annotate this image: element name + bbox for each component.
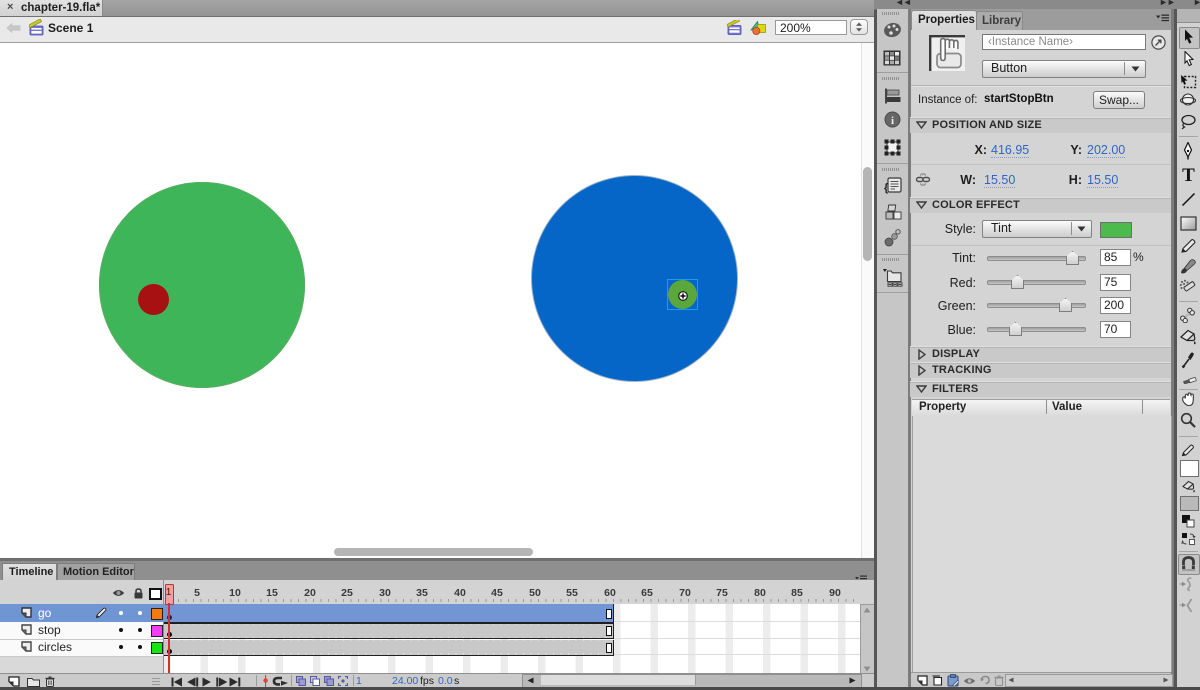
svg-text:i: i [891, 115, 894, 127]
svg-text:{: { [884, 182, 889, 194]
